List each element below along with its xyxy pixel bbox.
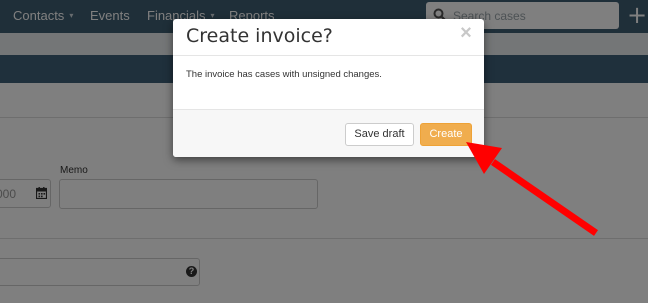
dialog-body: The invoice has cases with unsigned chan…	[173, 56, 484, 109]
create-invoice-dialog: Create invoice? × The invoice has cases …	[173, 19, 484, 157]
close-icon[interactable]: ×	[458, 23, 474, 43]
dialog-footer: Save draft Create	[173, 109, 484, 157]
dialog-title: Create invoice?	[186, 25, 333, 47]
dialog-message: The invoice has cases with unsigned chan…	[186, 69, 382, 80]
create-button[interactable]: Create	[420, 123, 472, 146]
save-draft-button[interactable]: Save draft	[345, 123, 414, 146]
dialog-header: Create invoice? ×	[173, 19, 484, 56]
